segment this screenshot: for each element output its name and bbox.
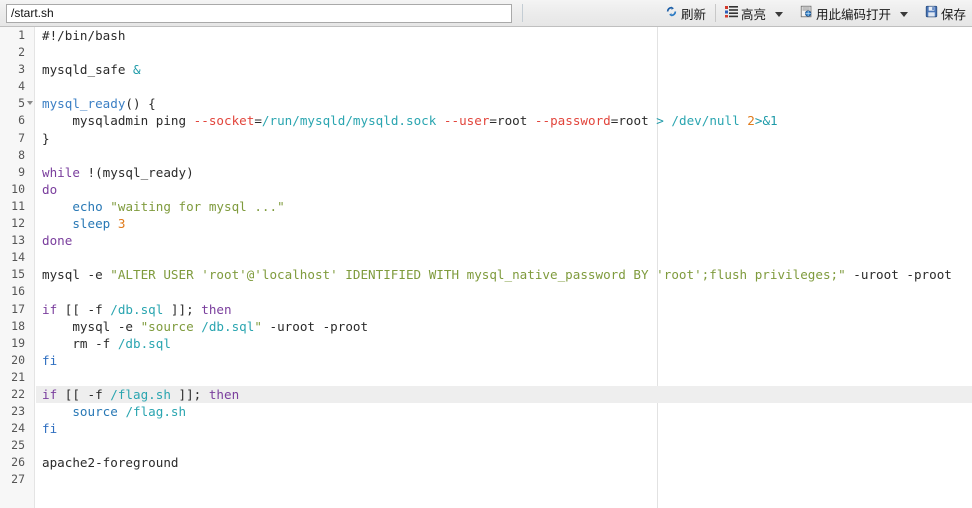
code-line-row[interactable]: 12 sleep 3 bbox=[0, 215, 972, 232]
code-line-row[interactable]: 24 fi bbox=[0, 420, 972, 437]
code-line-row[interactable]: 25 bbox=[0, 437, 972, 454]
line-number: 20 bbox=[11, 352, 25, 367]
line-number: 21 bbox=[11, 369, 25, 384]
chevron-down-icon[interactable] bbox=[774, 11, 783, 17]
code-line-row[interactable]: 14 bbox=[0, 249, 972, 266]
list-color-icon bbox=[724, 5, 738, 21]
code-line-row[interactable]: 4 bbox=[0, 78, 972, 95]
code-line-row[interactable]: 22 if [[ -f /flag.sh ]]; then bbox=[0, 385, 972, 404]
code-text: if [[ -f /flag.sh ]]; then bbox=[42, 386, 240, 402]
refresh-label: 刷新 bbox=[680, 6, 706, 22]
code-line-row[interactable]: 9 while !(mysql_ready) bbox=[0, 164, 972, 181]
code-text: mysql_ready() { bbox=[42, 96, 156, 112]
code-line-row[interactable]: 3 mysqld_safe & bbox=[0, 61, 972, 78]
code-text: fi bbox=[42, 352, 58, 368]
line-number: 8 bbox=[18, 147, 25, 162]
code-line-row[interactable]: 10 do bbox=[0, 181, 972, 198]
code-line-row[interactable]: 21 bbox=[0, 369, 972, 386]
code-line-row[interactable]: 27 bbox=[0, 471, 972, 488]
line-number: 19 bbox=[11, 335, 25, 350]
fold-toggle-icon[interactable] bbox=[27, 101, 33, 106]
code-text: done bbox=[42, 233, 73, 249]
line-number: 14 bbox=[11, 250, 25, 265]
toolbar-separator-1 bbox=[714, 4, 716, 22]
line-number: 22 bbox=[11, 386, 25, 401]
code-line-row[interactable]: 11 echo "waiting for mysql ..." bbox=[0, 198, 972, 215]
line-number: 27 bbox=[11, 472, 25, 487]
line-number: 12 bbox=[11, 216, 25, 231]
highlight-label: 高亮 bbox=[740, 6, 766, 22]
code-text: do bbox=[42, 181, 58, 197]
floppy-save-icon bbox=[925, 5, 938, 21]
code-text: #!/bin/bash bbox=[42, 28, 126, 43]
line-number: 13 bbox=[11, 233, 25, 248]
refresh-button[interactable]: 刷新 bbox=[659, 1, 712, 25]
line-number: 25 bbox=[11, 438, 25, 453]
line-number: 18 bbox=[11, 318, 25, 333]
line-number: 16 bbox=[11, 284, 25, 299]
encoding-document-icon bbox=[800, 5, 813, 21]
code-line-row[interactable]: 23 source /flag.sh bbox=[0, 403, 972, 420]
open-with-encoding-button[interactable]: 用此编码打开 bbox=[794, 1, 919, 25]
open-with-encoding-label: 用此编码打开 bbox=[815, 6, 891, 22]
code-text: source /flag.sh bbox=[72, 404, 187, 420]
line-number: 15 bbox=[11, 267, 25, 282]
line-number: 1 bbox=[18, 28, 25, 42]
code-editor[interactable]: 1 #!/bin/bash 2 3 mysqld_safe & 4 5 mysql_ready… bbox=[0, 27, 972, 508]
highlight-button[interactable]: 高亮 bbox=[719, 1, 794, 25]
code-line-row[interactable]: 13 done bbox=[0, 232, 972, 249]
code-line-row[interactable]: 20 fi bbox=[0, 352, 972, 369]
line-number: 3 bbox=[18, 62, 25, 77]
code-text: echo "waiting for mysql ..." bbox=[72, 198, 285, 214]
chevron-down-icon[interactable] bbox=[899, 11, 908, 17]
code-text: mysqld_safe & bbox=[42, 62, 141, 78]
top-toolbar: 刷新 高亮 bbox=[0, 0, 972, 27]
line-number: 7 bbox=[18, 130, 25, 145]
code-text: } bbox=[42, 130, 50, 146]
code-text: mysql -e "ALTER USER 'root'@'localhost' … bbox=[42, 267, 952, 283]
code-line-row[interactable]: 2 bbox=[0, 44, 972, 61]
code-line-row[interactable]: 1 #!/bin/bash bbox=[0, 27, 972, 44]
line-number: 4 bbox=[18, 79, 25, 94]
save-button[interactable]: 保存 bbox=[919, 1, 972, 25]
code-line-row[interactable]: 17 if [[ -f /db.sql ]]; then bbox=[0, 301, 972, 318]
code-line-row[interactable]: 19 rm -f /db.sql bbox=[0, 335, 972, 352]
code-text: fi bbox=[42, 421, 58, 437]
file-path-input[interactable] bbox=[6, 3, 512, 23]
line-number: 17 bbox=[11, 301, 25, 316]
code-line-row[interactable]: 26 apache2-foreground bbox=[0, 454, 972, 471]
code-line-row[interactable]: 8 bbox=[0, 147, 972, 164]
toolbar-actions: 刷新 高亮 用此编码打开 保存 bbox=[523, 0, 972, 27]
code-lines[interactable]: 1 #!/bin/bash 2 3 mysqld_safe & 4 5 mysql_ready… bbox=[0, 27, 972, 508]
line-number: 11 bbox=[11, 198, 25, 213]
line-number: 24 bbox=[11, 421, 25, 436]
line-number: 2 bbox=[18, 45, 25, 60]
code-text: while !(mysql_ready) bbox=[42, 164, 194, 180]
path-bar bbox=[0, 3, 512, 23]
line-number: 10 bbox=[11, 181, 25, 196]
refresh-icon bbox=[665, 5, 678, 21]
code-text: mysql -e "source /db.sql" -uroot -proot bbox=[42, 318, 369, 334]
code-line-row[interactable]: 6 mysqladmin ping --socket=/run/mysqld/m… bbox=[0, 112, 972, 129]
code-text: apache2-foreground bbox=[42, 455, 179, 471]
line-number: 23 bbox=[11, 404, 25, 419]
code-text: rm -f /db.sql bbox=[42, 335, 171, 351]
line-number: 6 bbox=[18, 113, 25, 128]
code-text: mysqladmin ping --socket=/run/mysqld/mys… bbox=[42, 113, 778, 129]
code-line-row[interactable]: 5 mysql_ready() { bbox=[0, 95, 972, 112]
code-line-row[interactable]: 18 mysql -e "source /db.sql" -uroot -pro… bbox=[0, 318, 972, 335]
line-number: 9 bbox=[18, 164, 25, 179]
code-line-row[interactable]: 16 bbox=[0, 283, 972, 300]
line-number: 26 bbox=[11, 455, 25, 470]
code-line-row[interactable]: 7} bbox=[0, 130, 972, 147]
code-text: sleep 3 bbox=[72, 216, 126, 232]
code-text: if [[ -f /db.sql ]]; then bbox=[42, 301, 232, 317]
code-line-row[interactable]: 15 mysql -e "ALTER USER 'root'@'localhost… bbox=[0, 266, 972, 283]
line-number: 5 bbox=[18, 96, 25, 111]
save-label: 保存 bbox=[940, 6, 966, 22]
